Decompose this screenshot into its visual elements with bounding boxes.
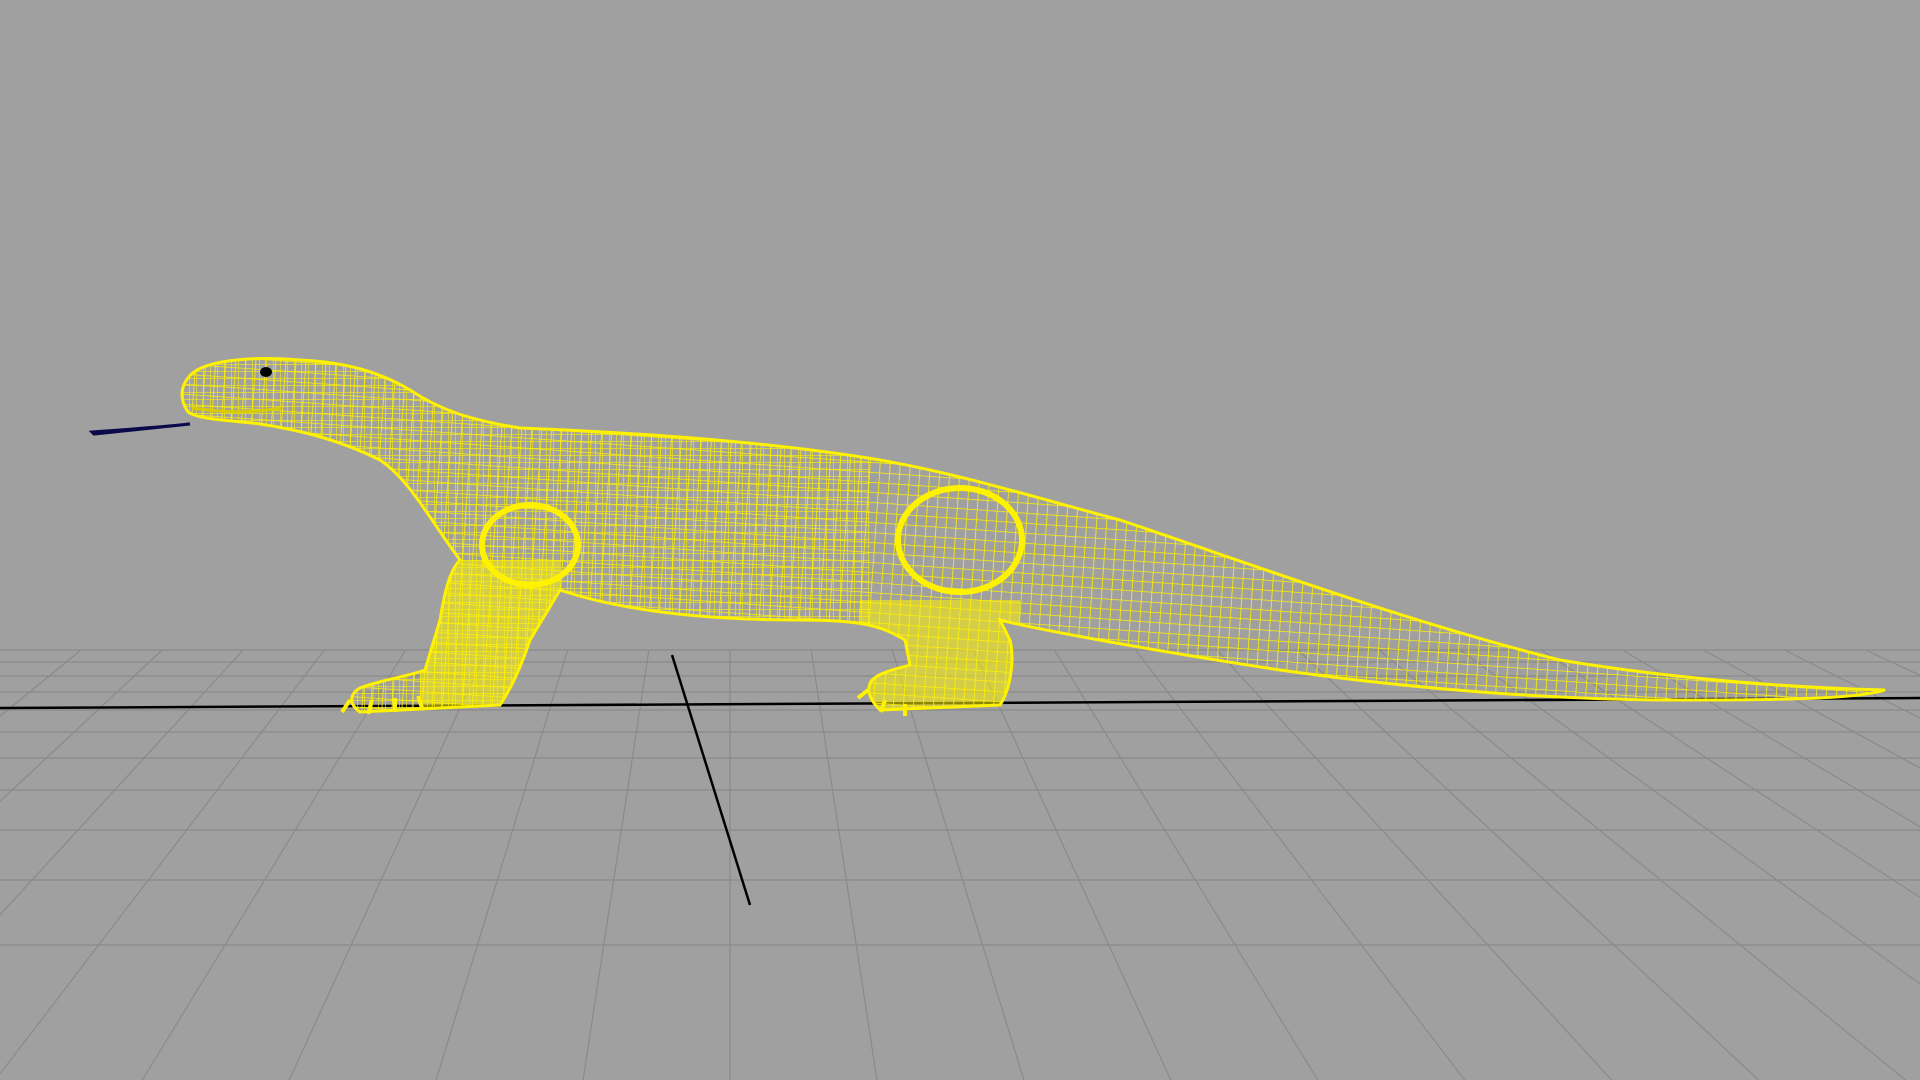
grid-line [1703, 649, 1920, 769]
tongue [88, 422, 191, 436]
eye [260, 367, 272, 377]
grid-line [1297, 649, 1760, 1080]
grid-line [891, 649, 1025, 1080]
grid-line [1784, 649, 1920, 719]
grid-line [0, 649, 82, 717]
3d-viewport[interactable] [0, 0, 1920, 1080]
grid-line [810, 649, 878, 1080]
grid-line [435, 649, 569, 1080]
grid-line [0, 649, 163, 803]
grid-line [0, 649, 325, 1075]
grid-line [141, 649, 407, 1080]
grid-line [1622, 649, 1920, 828]
ground-grid [0, 649, 1920, 1080]
grid-line [0, 649, 244, 916]
lizard-wireframe-model[interactable] [170, 340, 1900, 720]
grid-line [1053, 649, 1319, 1080]
grid-line [582, 649, 650, 1080]
grid-line [1135, 649, 1466, 1080]
grid-line [1378, 649, 1907, 1080]
